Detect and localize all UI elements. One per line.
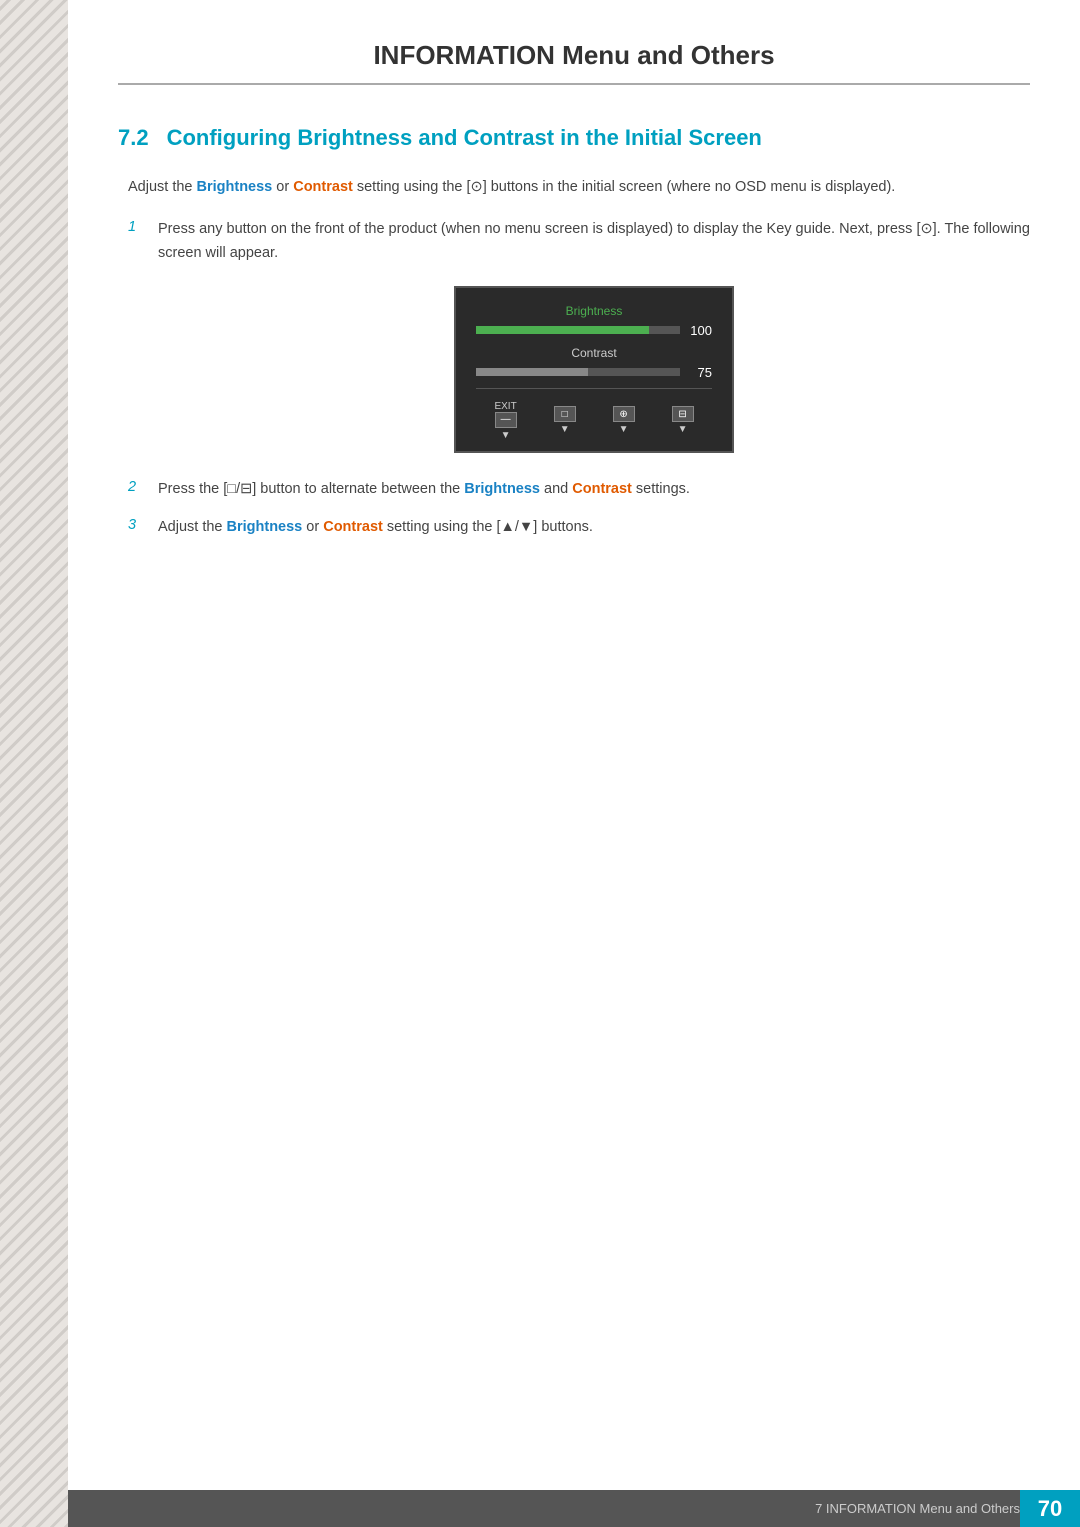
osd-footer-btn3: ⊕ ▼ — [613, 406, 635, 435]
osd-footer-exit: EXIT — ▼ — [494, 401, 516, 441]
intro-text-end: ] buttons in the initial screen (where n… — [483, 179, 896, 195]
osd-brightness-track — [476, 326, 680, 334]
osd-contrast-fill — [476, 368, 588, 376]
section-title: Configuring Brightness and Contrast in t… — [167, 125, 762, 150]
osd-exit-label: EXIT — [494, 401, 516, 412]
list-text-3: Adjust the Brightness or Contrast settin… — [158, 516, 1030, 540]
brightness-keyword-3: Brightness — [227, 519, 303, 535]
osd-btn2-icon: □ — [554, 406, 576, 422]
page-footer: 7 INFORMATION Menu and Others 70 — [68, 1490, 1080, 1527]
brightness-keyword-2: Brightness — [464, 481, 540, 497]
osd-exit-btn: — — [495, 412, 517, 428]
list-text-1: Press any button on the front of the pro… — [158, 218, 1030, 266]
main-content-area: INFORMATION Menu and Others 7.2 Configuri… — [68, 0, 1080, 1490]
osd-footer-btn2: □ ▼ — [554, 406, 576, 435]
osd-brightness-label: Brightness — [476, 304, 712, 318]
left-decorative-stripe — [0, 0, 68, 1527]
brightness-keyword-intro: Brightness — [197, 179, 273, 195]
osd-contrast-value: 75 — [688, 365, 712, 380]
intro-text-mid2: setting using the [ — [353, 179, 471, 195]
contrast-keyword-2: Contrast — [572, 481, 632, 497]
numbered-list: 1 Press any button on the front of the p… — [128, 218, 1030, 540]
intro-paragraph: Adjust the Brightness or Contrast settin… — [128, 176, 1030, 200]
osd-brightness-fill — [476, 326, 649, 334]
contrast-keyword-intro: Contrast — [293, 179, 353, 195]
section-heading: 7.2 Configuring Brightness and Contrast i… — [118, 125, 1030, 151]
osd-btn2-arrow: ▼ — [560, 424, 570, 435]
list-item-2: 2 Press the [□/⊟] button to alternate be… — [128, 478, 1030, 502]
osd-contrast-label: Contrast — [476, 346, 712, 360]
osd-divider — [476, 388, 712, 389]
osd-exit-arrow: ▼ — [501, 430, 511, 441]
section-number: 7.2 — [118, 125, 149, 150]
osd-screen: Brightness 100 Contrast 75 — [454, 286, 734, 453]
osd-screen-wrapper: Brightness 100 Contrast 75 — [158, 286, 1030, 453]
osd-brightness-bar-row: 100 — [476, 323, 712, 338]
list-text-2: Press the [□/⊟] button to alternate betw… — [158, 478, 1030, 502]
osd-footer: EXIT — ▼ □ ▼ ⊕ ▼ ⊟ ▼ — [476, 397, 712, 441]
intro-text-mid1: or — [272, 179, 293, 195]
osd-brightness-value: 100 — [688, 323, 712, 338]
list-item-3: 3 Adjust the Brightness or Contrast sett… — [128, 516, 1030, 540]
osd-btn3-icon: ⊕ — [613, 406, 635, 422]
page-title: INFORMATION Menu and Others — [118, 40, 1030, 85]
footer-page-number: 70 — [1020, 1490, 1080, 1527]
button-symbol-intro: ⊙ — [471, 179, 483, 195]
contrast-keyword-3: Contrast — [323, 519, 383, 535]
footer-section-text: 7 INFORMATION Menu and Others — [805, 1501, 1020, 1516]
list-item-1: 1 Press any button on the front of the p… — [128, 218, 1030, 266]
list-num-3: 3 — [128, 516, 158, 533]
osd-btn4-arrow: ▼ — [678, 424, 688, 435]
osd-contrast-bar-row: 75 — [476, 365, 712, 380]
osd-btn4-icon: ⊟ — [672, 406, 694, 422]
osd-contrast-track — [476, 368, 680, 376]
osd-btn3-arrow: ▼ — [619, 424, 629, 435]
list-num-2: 2 — [128, 478, 158, 495]
intro-text-before: Adjust the — [128, 179, 197, 195]
osd-footer-btn4: ⊟ ▼ — [672, 406, 694, 435]
list-num-1: 1 — [128, 218, 158, 235]
